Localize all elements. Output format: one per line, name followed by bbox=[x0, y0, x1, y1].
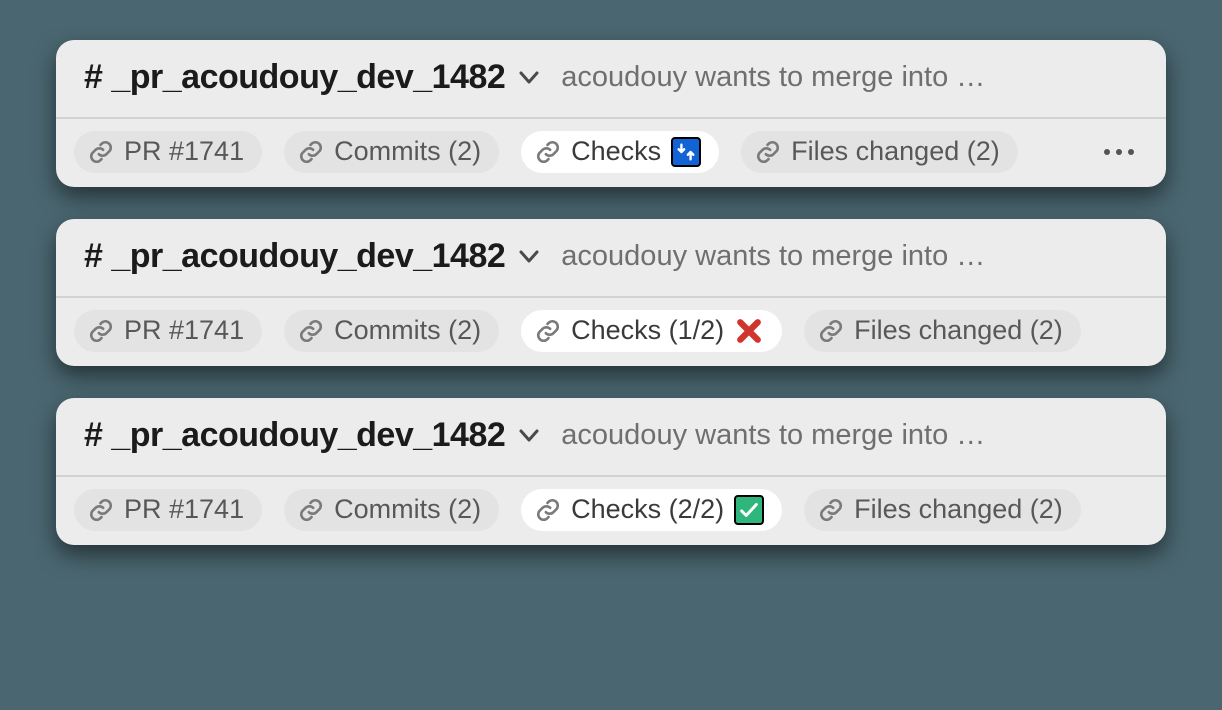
bookmark-checks[interactable]: Checks bbox=[521, 131, 719, 173]
link-icon bbox=[818, 497, 844, 523]
bookmark-label: Files changed (2) bbox=[791, 137, 1000, 167]
card-footer: PR #1741 Commits (2) Checks (1/2) bbox=[56, 298, 1166, 366]
card-footer: PR #1741 Commits (2) Checks (2/2) bbox=[56, 477, 1166, 545]
bookmark-label: Files changed (2) bbox=[854, 495, 1063, 525]
merge-subtitle: acoudouy wants to merge into … bbox=[561, 419, 1138, 452]
bookmark-label: PR #1741 bbox=[124, 137, 244, 167]
link-icon bbox=[535, 497, 561, 523]
status-in-progress-icon bbox=[671, 137, 701, 167]
card-footer: PR #1741 Commits (2) Checks bbox=[56, 119, 1166, 187]
pr-message-card: # _pr_acoudouy_dev_1482 acoudouy wants t… bbox=[56, 398, 1166, 545]
bookmark-label: Checks (1/2) bbox=[571, 316, 724, 346]
bookmark-commits[interactable]: Commits (2) bbox=[284, 489, 499, 531]
bookmark-checks[interactable]: Checks (2/2) bbox=[521, 489, 782, 531]
bookmark-pr[interactable]: PR #1741 bbox=[74, 131, 262, 173]
bookmark-pr[interactable]: PR #1741 bbox=[74, 310, 262, 352]
bookmark-label: PR #1741 bbox=[124, 316, 244, 346]
link-icon bbox=[755, 139, 781, 165]
bookmark-label: Commits (2) bbox=[334, 137, 481, 167]
channel-selector[interactable]: # _pr_acoudouy_dev_1482 bbox=[84, 58, 539, 97]
bookmark-label: Commits (2) bbox=[334, 316, 481, 346]
chevron-down-icon bbox=[519, 250, 539, 264]
link-icon bbox=[298, 139, 324, 165]
bookmark-checks[interactable]: Checks (1/2) bbox=[521, 310, 782, 352]
bookmark-label: Commits (2) bbox=[334, 495, 481, 525]
link-icon bbox=[298, 497, 324, 523]
link-icon bbox=[88, 139, 114, 165]
card-header: # _pr_acoudouy_dev_1482 acoudouy wants t… bbox=[56, 40, 1166, 117]
bookmark-label: Checks (2/2) bbox=[571, 495, 724, 525]
link-icon bbox=[298, 318, 324, 344]
merge-subtitle: acoudouy wants to merge into … bbox=[561, 240, 1138, 273]
link-icon bbox=[818, 318, 844, 344]
pr-message-card: # _pr_acoudouy_dev_1482 acoudouy wants t… bbox=[56, 219, 1166, 366]
bookmark-files-changed[interactable]: Files changed (2) bbox=[804, 310, 1081, 352]
bookmark-label: PR #1741 bbox=[124, 495, 244, 525]
link-icon bbox=[88, 497, 114, 523]
card-header: # _pr_acoudouy_dev_1482 acoudouy wants t… bbox=[56, 219, 1166, 296]
bookmark-label: Files changed (2) bbox=[854, 316, 1063, 346]
link-icon bbox=[535, 139, 561, 165]
channel-selector[interactable]: # _pr_acoudouy_dev_1482 bbox=[84, 416, 539, 455]
bookmark-files-changed[interactable]: Files changed (2) bbox=[741, 131, 1018, 173]
link-icon bbox=[88, 318, 114, 344]
channel-name: # _pr_acoudouy_dev_1482 bbox=[84, 58, 505, 97]
bookmark-label: Checks bbox=[571, 137, 661, 167]
pr-message-card: # _pr_acoudouy_dev_1482 acoudouy wants t… bbox=[56, 40, 1166, 187]
chevron-down-icon bbox=[519, 429, 539, 443]
bookmark-pr[interactable]: PR #1741 bbox=[74, 489, 262, 531]
bookmark-commits[interactable]: Commits (2) bbox=[284, 131, 499, 173]
more-actions-button[interactable] bbox=[1104, 149, 1148, 155]
bookmark-commits[interactable]: Commits (2) bbox=[284, 310, 499, 352]
status-failed-icon bbox=[734, 316, 764, 346]
merge-subtitle: acoudouy wants to merge into … bbox=[561, 61, 1138, 94]
channel-name: # _pr_acoudouy_dev_1482 bbox=[84, 416, 505, 455]
status-passed-icon bbox=[734, 495, 764, 525]
card-header: # _pr_acoudouy_dev_1482 acoudouy wants t… bbox=[56, 398, 1166, 475]
channel-name: # _pr_acoudouy_dev_1482 bbox=[84, 237, 505, 276]
link-icon bbox=[535, 318, 561, 344]
channel-selector[interactable]: # _pr_acoudouy_dev_1482 bbox=[84, 237, 539, 276]
bookmark-files-changed[interactable]: Files changed (2) bbox=[804, 489, 1081, 531]
chevron-down-icon bbox=[519, 71, 539, 85]
